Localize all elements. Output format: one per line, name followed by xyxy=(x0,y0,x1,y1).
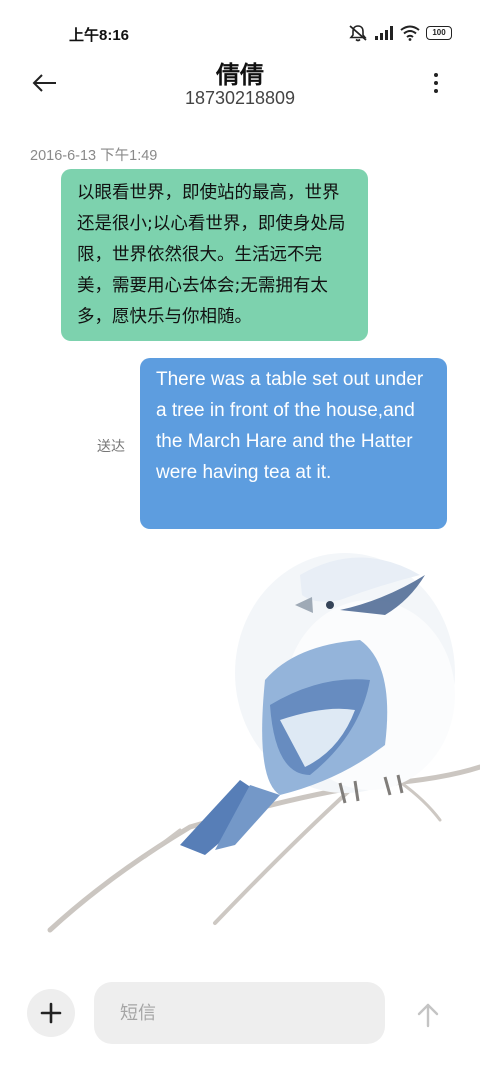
bird-wallpaper-illustration xyxy=(47,553,480,933)
message-timestamp: 2016-6-13 下午1:49 xyxy=(30,148,158,164)
incoming-message-bubble[interactable]: 以眼看世界，即使站的最高，世界还是很小;以心看世界，即使身处局限，世界依然很大。… xyxy=(61,169,368,341)
contact-number: 18730218809 xyxy=(184,88,296,108)
message-input[interactable] xyxy=(94,982,385,1044)
more-options-button[interactable] xyxy=(424,68,448,98)
battery-icon: 100 xyxy=(426,26,452,40)
send-arrow-icon xyxy=(417,1003,439,1028)
more-icon xyxy=(434,73,438,77)
send-button[interactable] xyxy=(408,997,448,1033)
composer-bar xyxy=(0,980,480,1046)
contact-name: 倩倩 xyxy=(216,62,264,89)
delivery-status: 送达 xyxy=(97,438,125,454)
wifi-icon xyxy=(400,25,420,41)
outgoing-message-bubble[interactable]: There was a table set out under a tree i… xyxy=(140,358,447,529)
status-time: 上午8:16 xyxy=(69,27,130,44)
plus-icon xyxy=(40,1002,62,1024)
mute-icon xyxy=(348,24,368,42)
add-attachment-button[interactable] xyxy=(27,989,75,1037)
signal-icon xyxy=(374,25,394,41)
status-icons: 100 xyxy=(348,22,452,44)
conversation-header: 倩倩 18730218809 xyxy=(0,52,480,116)
